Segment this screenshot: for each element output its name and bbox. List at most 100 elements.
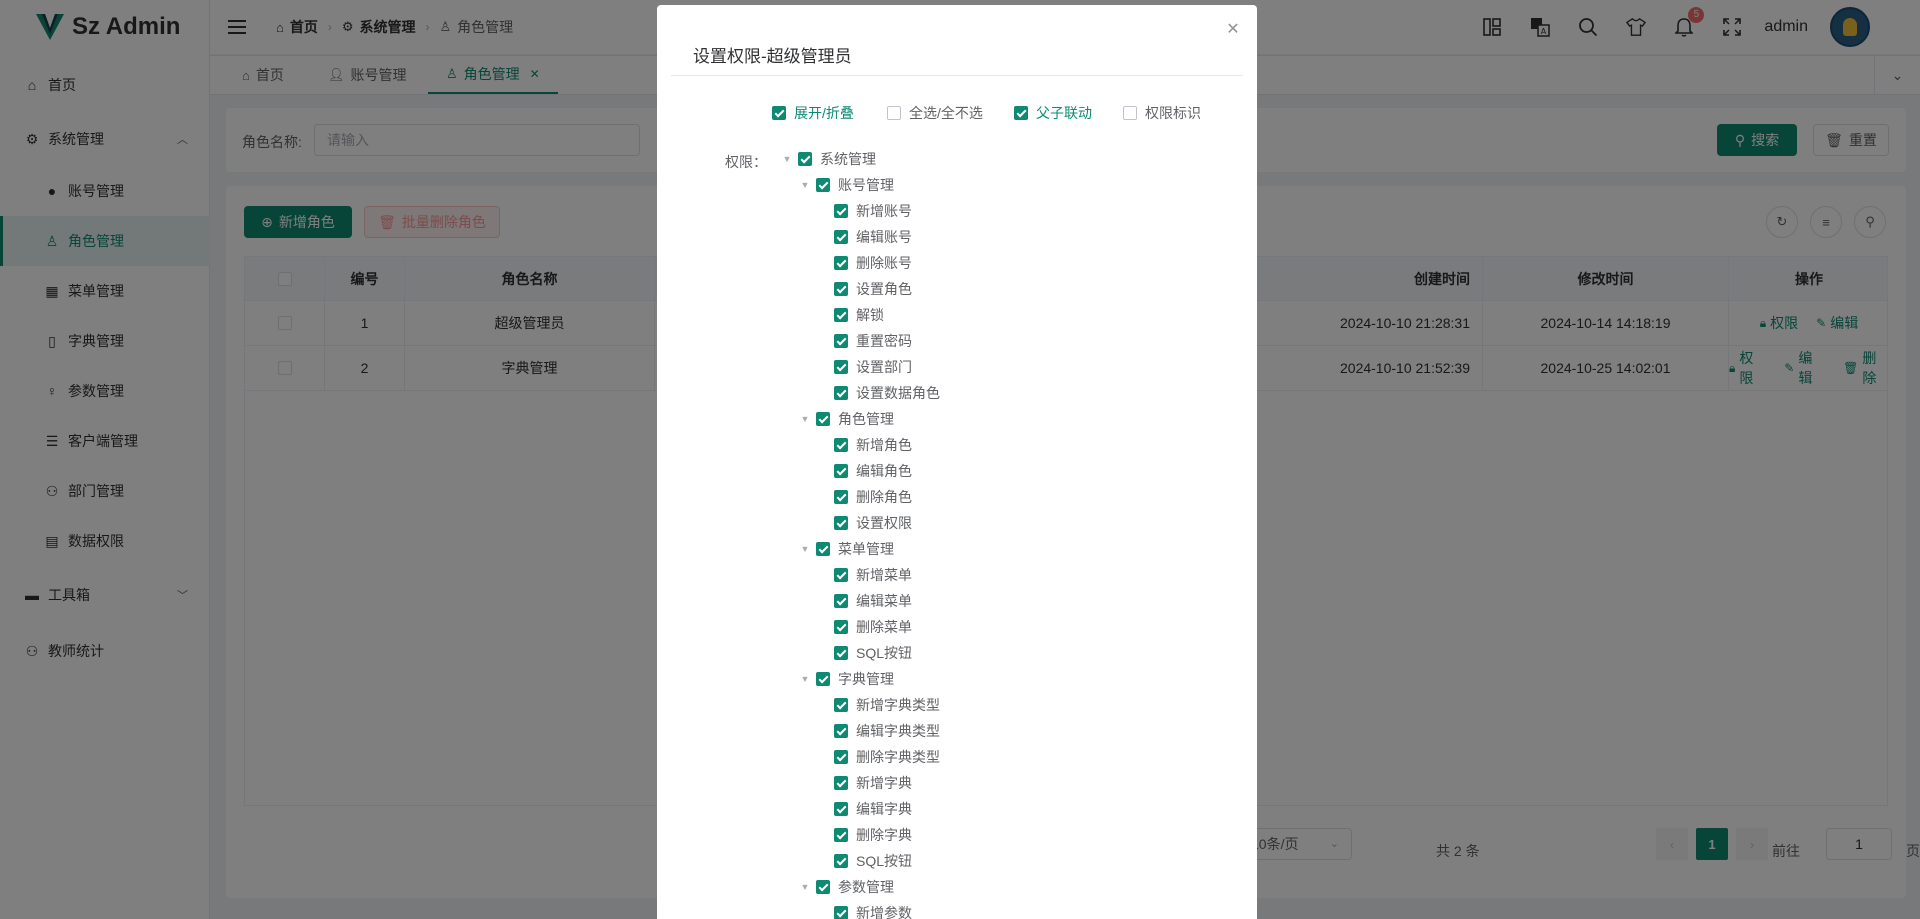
tree-node[interactable]: ▼编辑菜单 [814, 588, 912, 614]
caret-down-icon[interactable]: ▼ [796, 414, 814, 424]
tree-node[interactable]: ▼新增角色 [814, 432, 912, 458]
tree-node[interactable]: ▼ 账号管理 [796, 172, 894, 198]
tree-node[interactable]: ▼编辑字典类型 [814, 718, 940, 744]
tree-node-checkbox[interactable] [834, 698, 848, 712]
tree-node-checkbox[interactable] [816, 542, 830, 556]
tree-node-label: 新增菜单 [856, 567, 912, 583]
tree-node[interactable]: ▼设置部门 [814, 354, 912, 380]
checkbox-unchecked-icon[interactable] [1123, 106, 1137, 120]
tree-node[interactable]: ▼编辑字典 [814, 796, 912, 822]
tree-node[interactable]: ▼设置角色 [814, 276, 912, 302]
tree-node-checkbox[interactable] [834, 594, 848, 608]
permission-label: 权限： [725, 154, 767, 170]
tree-node-checkbox[interactable] [834, 256, 848, 270]
tree-node[interactable]: ▼ 角色管理 [796, 406, 894, 432]
tree-node[interactable]: ▼编辑账号 [814, 224, 912, 250]
tree-node-label: 删除菜单 [856, 619, 912, 635]
option-checkbox[interactable]: 权限标识 [1123, 103, 1201, 123]
tree-node[interactable]: ▼删除菜单 [814, 614, 912, 640]
checkbox-unchecked-icon[interactable] [887, 106, 901, 120]
tree-node-checkbox[interactable] [834, 438, 848, 452]
option-checkbox[interactable]: 全选/全不选 [887, 103, 983, 123]
tree-node[interactable]: ▼设置权限 [814, 510, 912, 536]
caret-down-icon[interactable]: ▼ [796, 180, 814, 190]
tree-node[interactable]: ▼SQL按钮 [814, 848, 912, 874]
tree-node-label: 新增角色 [856, 437, 912, 453]
tree-node-label: 解锁 [856, 307, 884, 323]
tree-node-checkbox[interactable] [834, 568, 848, 582]
tree-node-checkbox[interactable] [816, 880, 830, 894]
dialog-divider [671, 75, 1243, 76]
tree-node[interactable]: ▼删除账号 [814, 250, 912, 276]
tree-node-label: 编辑角色 [856, 463, 912, 479]
tree-node-label: 角色管理 [838, 411, 894, 427]
option-checkbox[interactable]: 父子联动 [1014, 103, 1092, 123]
tree-node[interactable]: ▼删除角色 [814, 484, 912, 510]
tree-node[interactable]: ▼新增菜单 [814, 562, 912, 588]
close-icon[interactable]: ✕ [1223, 19, 1243, 39]
tree-node-checkbox[interactable] [834, 490, 848, 504]
tree-node-label: 设置部门 [856, 359, 912, 375]
tree-node[interactable]: ▼重置密码 [814, 328, 912, 354]
option-checkbox[interactable]: 展开/折叠 [772, 103, 854, 123]
tree-node-label: 新增字典 [856, 775, 912, 791]
tree-node-checkbox[interactable] [816, 412, 830, 426]
tree-node-label: 编辑菜单 [856, 593, 912, 609]
tree-node-checkbox[interactable] [834, 464, 848, 478]
tree-node-checkbox[interactable] [834, 646, 848, 660]
caret-down-icon[interactable]: ▼ [796, 674, 814, 684]
tree-node-checkbox[interactable] [834, 906, 848, 919]
tree-node[interactable]: ▼删除字典类型 [814, 744, 940, 770]
tree-node-label: 参数管理 [838, 879, 894, 895]
tree-node[interactable]: ▼ 菜单管理 [796, 536, 894, 562]
tree-node-checkbox[interactable] [816, 672, 830, 686]
tree-node[interactable]: ▼解锁 [814, 302, 884, 328]
tree-node-checkbox[interactable] [834, 750, 848, 764]
tree-node-label: 编辑字典类型 [856, 723, 940, 739]
checkbox-checked-icon[interactable] [772, 106, 786, 120]
tree-node-checkbox[interactable] [834, 854, 848, 868]
tree-node-label: SQL按钮 [856, 645, 913, 661]
tree-node[interactable]: ▼设置数据角色 [814, 380, 940, 406]
tree-node[interactable]: ▼ 字典管理 [796, 666, 894, 692]
caret-down-icon[interactable]: ▼ [778, 154, 796, 164]
tree-node-checkbox[interactable] [834, 802, 848, 816]
tree-node-checkbox[interactable] [834, 282, 848, 296]
tree-node-checkbox[interactable] [816, 178, 830, 192]
tree-node[interactable]: ▼编辑角色 [814, 458, 912, 484]
tree-node[interactable]: ▼SQL按钮 [814, 640, 912, 666]
tree-node[interactable]: ▼新增字典 [814, 770, 912, 796]
tree-node[interactable]: ▼删除字典 [814, 822, 912, 848]
tree-node[interactable]: ▼ 参数管理 [796, 874, 894, 900]
tree-node-checkbox[interactable] [834, 386, 848, 400]
tree-node-label: 设置权限 [856, 515, 912, 531]
tree-node-checkbox[interactable] [834, 308, 848, 322]
tree-node-checkbox[interactable] [834, 204, 848, 218]
caret-down-icon[interactable]: ▼ [796, 544, 814, 554]
option-label: 全选/全不选 [909, 105, 983, 121]
option-label: 权限标识 [1145, 105, 1201, 121]
tree-node-checkbox[interactable] [834, 230, 848, 244]
option-label: 展开/折叠 [794, 105, 854, 121]
permission-dialog: 设置权限-超级管理员 ✕ 展开/折叠 全选/全不选 父子联动 权限标识 权限： ▼ 系统… [657, 5, 1257, 919]
tree-node-label: 新增账号 [856, 203, 912, 219]
tree-node-label: 系统管理 [820, 151, 876, 167]
caret-down-icon[interactable]: ▼ [796, 882, 814, 892]
tree-node[interactable]: ▼ 系统管理 [778, 146, 876, 172]
tree-node-label: 重置密码 [856, 333, 912, 349]
tree-node[interactable]: ▼新增字典类型 [814, 692, 940, 718]
checkbox-checked-icon[interactable] [1014, 106, 1028, 120]
tree-node-checkbox[interactable] [834, 724, 848, 738]
tree-node-checkbox[interactable] [834, 776, 848, 790]
tree-node-checkbox[interactable] [834, 620, 848, 634]
tree-node[interactable]: ▼新增参数 [814, 900, 912, 919]
tree-node[interactable]: ▼新增账号 [814, 198, 912, 224]
tree-node-label: 编辑字典 [856, 801, 912, 817]
tree-node-checkbox[interactable] [834, 828, 848, 842]
tree-node-checkbox[interactable] [834, 360, 848, 374]
tree-node-label: 字典管理 [838, 671, 894, 687]
tree-node-checkbox[interactable] [834, 516, 848, 530]
tree-node-checkbox[interactable] [798, 152, 812, 166]
tree-node-label: 菜单管理 [838, 541, 894, 557]
tree-node-checkbox[interactable] [834, 334, 848, 348]
